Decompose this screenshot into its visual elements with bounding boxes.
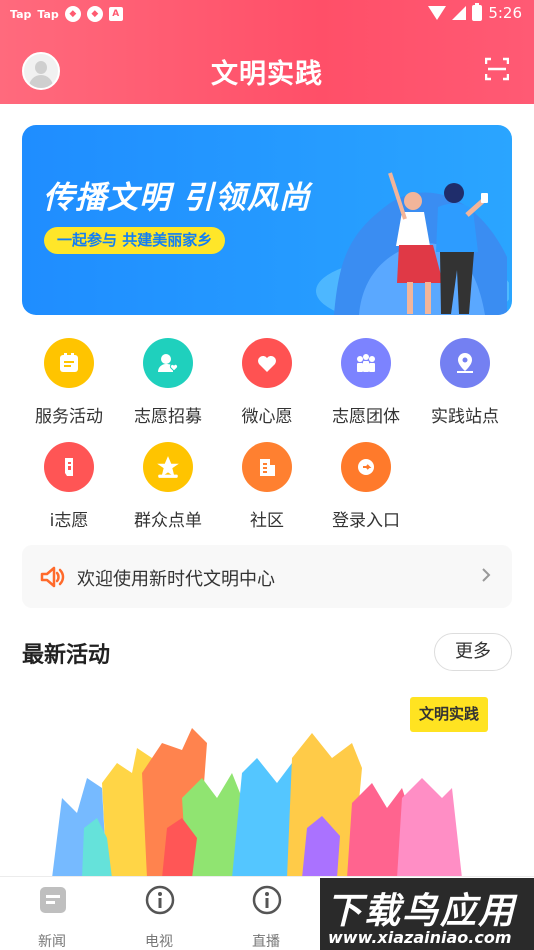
wifi-icon [428,6,447,20]
watermark-url: www.xiazainiao.com [328,928,512,947]
scan-icon[interactable] [485,57,509,81]
grid-label: 微心愿 [241,407,293,427]
news-icon [40,887,66,913]
grid-item-login-entry[interactable]: 登录入口 [317,438,415,538]
grid-item-service-activity[interactable]: 服务活动 [20,334,118,434]
category-tag: 文明实践 [410,697,489,732]
banner-headline: 传播文明 引领风尚 [43,180,311,216]
grid-item-volunteer-recruit[interactable]: 志愿招募 [119,334,217,434]
grid-label: 实践站点 [431,407,499,427]
status-time: 5:26 [488,4,522,22]
watermark-title: 下载鸟应用 [326,891,517,932]
grid-label: i志愿 [49,511,89,531]
activity-card[interactable]: 文明实践 [22,688,512,878]
speaker-icon [40,566,65,588]
banner-illustration [316,172,509,315]
grid-label: 志愿招募 [134,407,202,427]
status-bar: Tap Tap ◆ ◆ A 5:26 [0,0,534,28]
info-icon [145,885,175,915]
notice-text: 欢迎使用新时代文明中心 [77,569,275,590]
notice-bar[interactable]: 欢迎使用新时代文明中心 [22,545,512,608]
grid-item-micro-wish[interactable]: 微心愿 [218,334,316,434]
tab-tv[interactable]: 电视 [107,885,211,950]
banner-slogan: 一起参与 共建美丽家乡 [44,227,226,254]
user-heart-icon [143,338,193,388]
grid-label: 社区 [250,511,284,531]
calendar-icon [44,338,94,388]
grid-item-volunteer-group[interactable]: 志愿团体 [317,334,415,434]
status-right: 5:26 [428,3,522,22]
group-icon [341,338,391,388]
app-badge-icon: ◆ [86,6,103,22]
tab-label: 新闻 [38,934,66,950]
tab-live[interactable]: 直播 [214,885,318,950]
banner[interactable]: 传播文明 引领风尚 一起参与 共建美丽家乡 [22,125,512,315]
status-left: Tap Tap ◆ ◆ A [10,6,123,22]
app-badge-icon: ◆ [64,6,81,22]
latest-activities-title: 最新活动 [22,643,111,668]
grid-item-community[interactable]: 社区 [218,438,316,538]
grid-item-public-order[interactable]: 群众点单 [119,438,217,538]
app-screen: Tap Tap ◆ ◆ A 5:26 文明实践 传播文明 引领风尚 一起参与 共… [0,0,534,950]
signal-icon [452,6,467,20]
header-bar: Tap Tap ◆ ◆ A 5:26 文明实践 [0,0,534,104]
notification-a-icon: A [108,7,123,21]
login-icon [341,442,391,492]
building-icon [242,442,292,492]
chevron-right-icon [482,568,491,582]
grid-item-i-volunteer[interactable]: i志愿 [20,438,118,538]
battery-icon [472,3,483,21]
grid-label: 服务活动 [35,407,103,427]
info-icon [252,885,282,915]
tab-label: 直播 [252,934,280,950]
grid-label: 志愿团体 [332,407,400,427]
heart-icon [242,338,292,388]
volunteer-hand-icon [44,442,94,492]
status-tap-1: Tap [10,7,32,21]
page-title: 文明实践 [211,59,323,90]
star-icon [143,442,193,492]
grid-label: 群众点单 [134,511,202,531]
location-icon [440,338,490,388]
tab-news[interactable]: 新闻 [0,885,104,950]
more-button[interactable]: 更多 [434,633,512,671]
grid-item-practice-site[interactable]: 实践站点 [416,334,514,434]
status-tap-2: Tap [37,7,59,21]
grid-label: 登录入口 [332,511,400,531]
watermark: 下载鸟应用 www.xiazainiao.com [320,878,534,950]
tab-label: 电视 [145,934,173,950]
